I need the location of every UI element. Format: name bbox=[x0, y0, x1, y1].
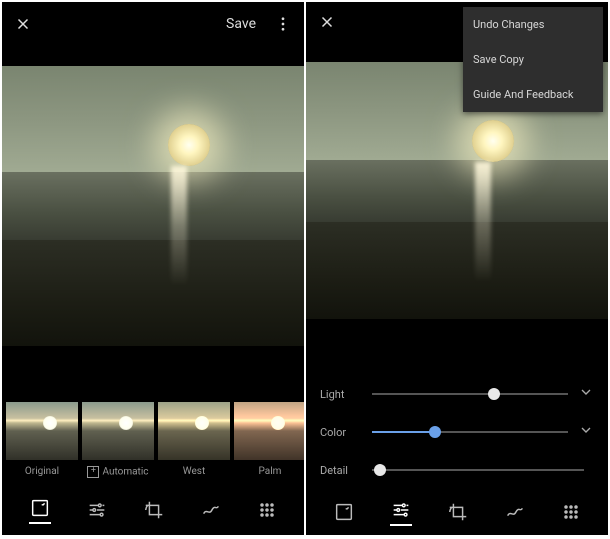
markup-tab-icon[interactable] bbox=[200, 499, 222, 521]
overflow-menu: Undo Changes Save Copy Guide And Feedbac… bbox=[463, 7, 603, 112]
filter-palm[interactable]: Palm bbox=[234, 402, 304, 478]
markup-tab-icon[interactable] bbox=[504, 501, 526, 523]
chevron-down-icon[interactable] bbox=[578, 384, 594, 404]
menu-guide-feedback[interactable]: Guide And Feedback bbox=[463, 77, 603, 112]
close-icon[interactable] bbox=[318, 13, 336, 31]
more-icon[interactable] bbox=[274, 15, 292, 33]
crop-rotate-tab-icon[interactable] bbox=[447, 501, 469, 523]
chevron-down-icon[interactable] bbox=[578, 422, 594, 442]
editor-panel-filters: Save Original Automatic West Palm bbox=[2, 2, 304, 535]
detail-track[interactable] bbox=[372, 469, 584, 471]
filters-tab-icon[interactable] bbox=[333, 501, 355, 523]
save-button[interactable]: Save bbox=[226, 16, 256, 32]
slider-detail[interactable]: Detail bbox=[320, 451, 594, 489]
menu-undo-changes[interactable]: Undo Changes bbox=[463, 7, 603, 42]
editor-panel-adjust: Undo Changes Save Copy Guide And Feedbac… bbox=[306, 2, 608, 535]
color-track[interactable] bbox=[372, 431, 568, 433]
slider-light[interactable]: Light bbox=[320, 375, 594, 413]
top-bar: Save bbox=[2, 2, 304, 46]
adjust-tab-icon[interactable] bbox=[390, 499, 412, 526]
adjustment-sliders: Light Color Detail bbox=[306, 375, 608, 489]
light-track[interactable] bbox=[372, 393, 568, 395]
close-icon[interactable] bbox=[14, 15, 32, 33]
more-tools-tab-icon[interactable] bbox=[257, 500, 277, 520]
bottom-nav bbox=[2, 485, 304, 535]
crop-rotate-tab-icon[interactable] bbox=[143, 499, 165, 521]
bottom-nav bbox=[306, 489, 608, 535]
photo-preview bbox=[2, 66, 304, 346]
filter-original[interactable]: Original bbox=[6, 402, 78, 478]
more-tools-tab-icon[interactable] bbox=[561, 502, 581, 522]
menu-save-copy[interactable]: Save Copy bbox=[463, 42, 603, 77]
filter-west[interactable]: West bbox=[158, 402, 230, 478]
slider-color[interactable]: Color bbox=[320, 413, 594, 451]
filter-automatic[interactable]: Automatic bbox=[82, 402, 154, 478]
adjust-tab-icon[interactable] bbox=[86, 499, 108, 521]
filter-thumbnails: Original Automatic West Palm bbox=[2, 396, 304, 480]
filters-tab-icon[interactable] bbox=[29, 497, 51, 524]
